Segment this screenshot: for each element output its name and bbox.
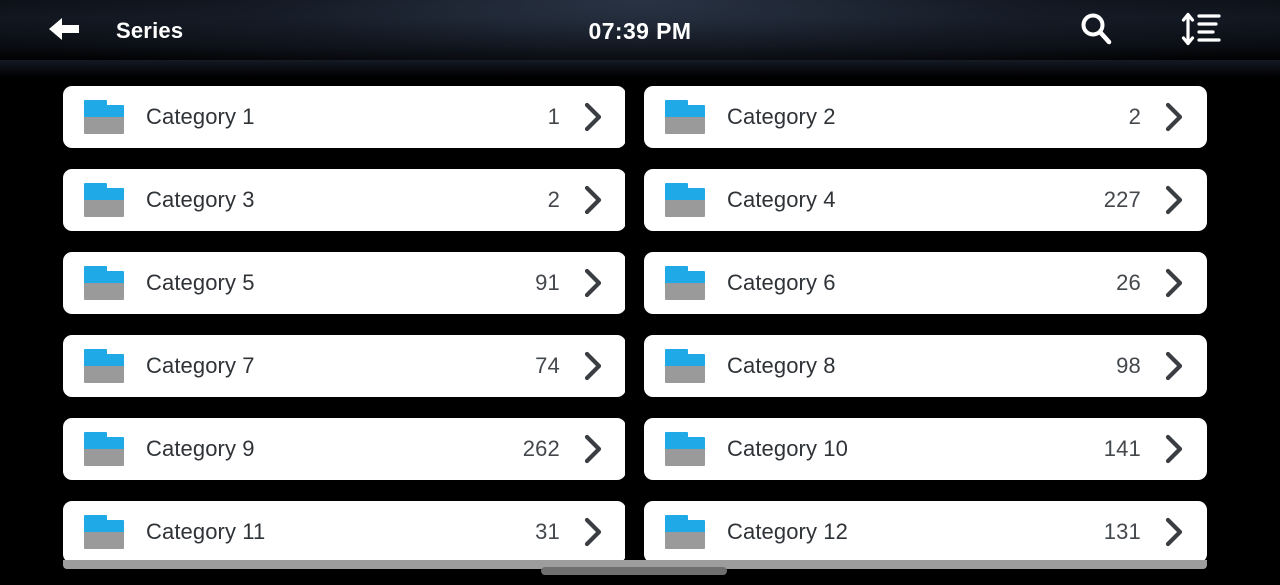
list-item-count: 31 — [535, 519, 560, 544]
list-item-label: Category 1 — [146, 104, 255, 129]
list-item-count: 131 — [1103, 519, 1141, 544]
list-item[interactable]: Category 1 1 — [63, 86, 626, 148]
chevron-right-icon — [1161, 432, 1187, 466]
list-item-label: Category 2 — [727, 104, 836, 129]
chevron-right-icon — [580, 100, 606, 134]
folder-icon — [84, 100, 124, 134]
search-button[interactable] — [1068, 4, 1124, 58]
chevron-right-icon — [1161, 183, 1187, 217]
search-icon — [1075, 8, 1117, 55]
category-grid: Category 1 1 Category 2 2 Category 3 2 Categor… — [63, 86, 1207, 563]
list-item-label: Category 5 — [146, 270, 255, 295]
list-item-count: 26 — [1116, 270, 1141, 295]
list-item-label: Category 11 — [146, 519, 266, 544]
list-item-label: Category 4 — [727, 187, 836, 212]
page-title: Series — [116, 18, 184, 43]
list-item-label: Category 3 — [146, 187, 255, 212]
list-item-count: 2 — [1128, 104, 1141, 129]
list-item-count: 227 — [1103, 187, 1141, 212]
list-item[interactable]: Category 7 74 — [63, 335, 626, 397]
list-item[interactable]: Category 2 2 — [644, 86, 1207, 148]
folder-icon — [665, 349, 705, 383]
list-item[interactable]: Category 6 26 — [644, 252, 1207, 314]
folder-icon — [665, 515, 705, 549]
list-item[interactable]: Category 4 227 — [644, 169, 1207, 231]
folder-icon — [665, 432, 705, 466]
list-item[interactable]: Category 11 31 — [63, 501, 626, 563]
sort-by-size-icon — [1179, 9, 1225, 54]
list-item[interactable]: Category 12 131 — [644, 501, 1207, 563]
chevron-right-icon — [1161, 100, 1187, 134]
folder-icon — [84, 515, 124, 549]
list-item[interactable]: Category 3 2 — [63, 169, 626, 231]
chevron-right-icon — [1161, 349, 1187, 383]
list-item-count: 141 — [1103, 436, 1141, 461]
chevron-right-icon — [580, 183, 606, 217]
list-item-count: 1 — [547, 104, 560, 129]
list-item-count: 98 — [1116, 353, 1141, 378]
list-item[interactable]: Category 9 262 — [63, 418, 626, 480]
list-item-label: Category 10 — [727, 436, 848, 461]
folder-icon — [84, 183, 124, 217]
list-item-label: Category 9 — [146, 436, 255, 461]
list-item-label: Category 8 — [727, 353, 836, 378]
list-item-count: 74 — [535, 353, 560, 378]
list-item-count: 91 — [535, 270, 560, 295]
app-root: Series 07:39 PM Category 1 1 Category 2 … — [0, 0, 1280, 585]
list-item-label: Category 6 — [727, 270, 836, 295]
list-item[interactable]: Category 8 98 — [644, 335, 1207, 397]
chevron-right-icon — [580, 515, 606, 549]
list-item-label: Category 12 — [727, 519, 848, 544]
folder-icon — [665, 266, 705, 300]
folder-icon — [84, 432, 124, 466]
folder-icon — [665, 183, 705, 217]
list-item[interactable]: Category 5 91 — [63, 252, 626, 314]
folder-icon — [665, 100, 705, 134]
list-item-label: Category 7 — [146, 353, 255, 378]
app-header: Series 07:39 PM — [0, 0, 1280, 78]
category-list[interactable]: Category 1 1 Category 2 2 Category 3 2 Categor… — [0, 62, 1280, 585]
horizontal-scrollbar-thumb[interactable] — [541, 567, 727, 575]
list-item[interactable]: Category 10 141 — [644, 418, 1207, 480]
chevron-right-icon — [1161, 515, 1187, 549]
chevron-right-icon — [1161, 266, 1187, 300]
arrow-left-icon — [45, 14, 83, 49]
back-button[interactable] — [38, 8, 90, 54]
chevron-right-icon — [580, 266, 606, 300]
chevron-right-icon — [580, 432, 606, 466]
list-item-count: 2 — [547, 187, 560, 212]
sort-button[interactable] — [1174, 4, 1230, 58]
chevron-right-icon — [580, 349, 606, 383]
folder-icon — [84, 349, 124, 383]
folder-icon — [84, 266, 124, 300]
list-item-count: 262 — [522, 436, 560, 461]
